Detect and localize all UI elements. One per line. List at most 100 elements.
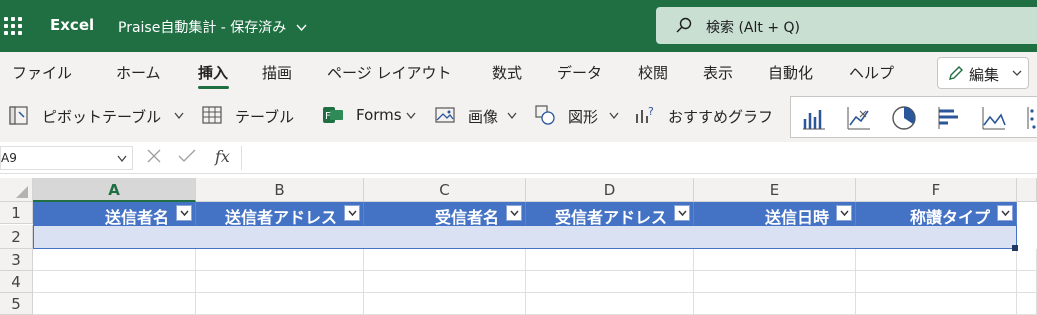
- cell-d3[interactable]: [526, 249, 694, 271]
- cell-g5[interactable]: [1017, 293, 1037, 315]
- chevron-down-icon[interactable]: [609, 112, 619, 120]
- search-box[interactable]: 検索 (Alt + Q): [656, 7, 1037, 44]
- ribbon-toolbar: ピボットテーブル テーブル F Forms 画像 図形 ? おすすめグラフ: [0, 94, 1037, 142]
- recommended-charts-icon: ?: [636, 105, 654, 123]
- cell-g3[interactable]: [1017, 249, 1037, 271]
- chevron-down-icon: [1012, 70, 1022, 76]
- chevron-down-icon: [510, 210, 519, 217]
- table-header-praise-type[interactable]: 称讃タイプ: [856, 202, 1017, 227]
- pencil-icon: [949, 66, 963, 80]
- cell-b5[interactable]: [196, 293, 364, 315]
- chevron-down-icon[interactable]: [406, 112, 416, 120]
- tab-formulas[interactable]: 数式: [492, 62, 522, 83]
- cell-a3[interactable]: [33, 249, 196, 271]
- cell-e3[interactable]: [694, 249, 856, 271]
- pie-chart-icon[interactable]: [891, 105, 917, 131]
- column-header-g[interactable]: [1017, 178, 1037, 202]
- column-header-e[interactable]: E: [694, 178, 856, 202]
- column-header-d[interactable]: D: [526, 178, 694, 202]
- document-name[interactable]: Praise自動集計 - 保存済み: [118, 17, 307, 37]
- row-header-3[interactable]: 3: [0, 249, 33, 271]
- table-button[interactable]: テーブル: [235, 106, 294, 127]
- title-bar: Excel Praise自動集計 - 保存済み 検索 (Alt + Q): [0, 0, 1037, 52]
- table-header-sender-address[interactable]: 送信者アドレス: [196, 202, 364, 227]
- cell-d5[interactable]: [526, 293, 694, 315]
- row-header-4[interactable]: 4: [0, 271, 33, 293]
- forms-button[interactable]: Forms: [356, 106, 402, 124]
- scatter-chart-icon[interactable]: [1026, 105, 1037, 131]
- filter-dropdown-button[interactable]: [997, 205, 1013, 221]
- shapes-icon: [535, 105, 555, 125]
- select-all-button[interactable]: [0, 178, 33, 202]
- image-button[interactable]: 画像: [468, 106, 498, 127]
- app-name[interactable]: Excel: [50, 16, 94, 34]
- chevron-down-icon[interactable]: [117, 155, 127, 163]
- column-chart-icon[interactable]: [801, 105, 827, 131]
- table-resize-handle[interactable]: [1012, 245, 1018, 251]
- row-header-1[interactable]: 1: [0, 202, 33, 224]
- cell-a4[interactable]: [33, 271, 196, 293]
- tab-insert[interactable]: 挿入: [198, 62, 228, 83]
- column-header-b[interactable]: B: [196, 178, 364, 202]
- shapes-button[interactable]: 図形: [568, 106, 598, 127]
- name-box[interactable]: A9: [0, 146, 133, 170]
- filter-dropdown-button[interactable]: [506, 205, 522, 221]
- cell-a5[interactable]: [33, 293, 196, 315]
- cell-e4[interactable]: [694, 271, 856, 293]
- cancel-icon[interactable]: [147, 149, 161, 163]
- search-placeholder: 検索 (Alt + Q): [706, 20, 800, 36]
- chevron-down-icon: [348, 210, 357, 217]
- area-chart-icon[interactable]: [981, 105, 1007, 131]
- app-launcher-icon[interactable]: [4, 17, 22, 35]
- line-chart-icon[interactable]: [846, 105, 872, 131]
- filter-dropdown-button[interactable]: [674, 205, 690, 221]
- chevron-down-icon: [840, 210, 849, 217]
- insert-function-button[interactable]: fx: [215, 147, 230, 166]
- column-header-c[interactable]: C: [364, 178, 526, 202]
- cell-e5[interactable]: [694, 293, 856, 315]
- cell-d4[interactable]: [526, 271, 694, 293]
- tab-page-layout[interactable]: ページ レイアウト: [327, 62, 451, 83]
- cell-f4[interactable]: [856, 271, 1017, 293]
- column-header-f[interactable]: F: [856, 178, 1017, 202]
- tab-home[interactable]: ホーム: [116, 62, 161, 83]
- cell-c3[interactable]: [364, 249, 526, 271]
- ribbon-tabs: ファイル ホーム 挿入 描画 ページ レイアウト 数式 データ 校閲 表示 自動…: [0, 52, 1037, 94]
- table-header-recipient-address[interactable]: 受信者アドレス: [526, 202, 694, 227]
- cell-f3[interactable]: [856, 249, 1017, 271]
- filter-dropdown-button[interactable]: [344, 205, 360, 221]
- chevron-down-icon[interactable]: [507, 112, 517, 120]
- select-all-triangle-icon: [16, 186, 28, 198]
- pivot-table-button[interactable]: ピボットテーブル: [42, 106, 161, 127]
- active-tab-indicator: [198, 86, 229, 89]
- recommended-charts-button[interactable]: おすすめグラフ: [668, 106, 773, 127]
- tab-file[interactable]: ファイル: [12, 62, 72, 83]
- tab-view[interactable]: 表示: [703, 62, 733, 83]
- cell-c4[interactable]: [364, 271, 526, 293]
- tab-review[interactable]: 校閲: [638, 62, 668, 83]
- cell-g4[interactable]: [1017, 271, 1037, 293]
- filter-dropdown-button[interactable]: [836, 205, 852, 221]
- cell-f5[interactable]: [856, 293, 1017, 315]
- filter-dropdown-button[interactable]: [176, 205, 192, 221]
- table-data-row[interactable]: [33, 225, 1017, 249]
- formula-input[interactable]: [241, 146, 1037, 170]
- tab-help[interactable]: ヘルプ: [849, 62, 894, 83]
- tab-automate[interactable]: 自動化: [768, 62, 813, 83]
- row-header-5[interactable]: 5: [0, 293, 33, 315]
- tab-data[interactable]: データ: [557, 62, 602, 83]
- edit-mode-button[interactable]: 編集: [937, 57, 1029, 89]
- enter-checkmark-icon[interactable]: [178, 149, 196, 163]
- table-header-recipient-name[interactable]: 受信者名: [364, 202, 526, 227]
- cell-b4[interactable]: [196, 271, 364, 293]
- table-header-sender-name[interactable]: 送信者名: [33, 202, 196, 227]
- table-header-sent-datetime[interactable]: 送信日時: [694, 202, 856, 227]
- name-box-value: A9: [1, 151, 17, 165]
- bar-chart-icon[interactable]: [936, 105, 962, 131]
- row-header-2[interactable]: 2: [0, 225, 33, 249]
- column-header-a[interactable]: A: [33, 178, 196, 202]
- cell-b3[interactable]: [196, 249, 364, 271]
- cell-c5[interactable]: [364, 293, 526, 315]
- tab-draw[interactable]: 描画: [262, 62, 292, 83]
- chevron-down-icon[interactable]: [174, 112, 184, 120]
